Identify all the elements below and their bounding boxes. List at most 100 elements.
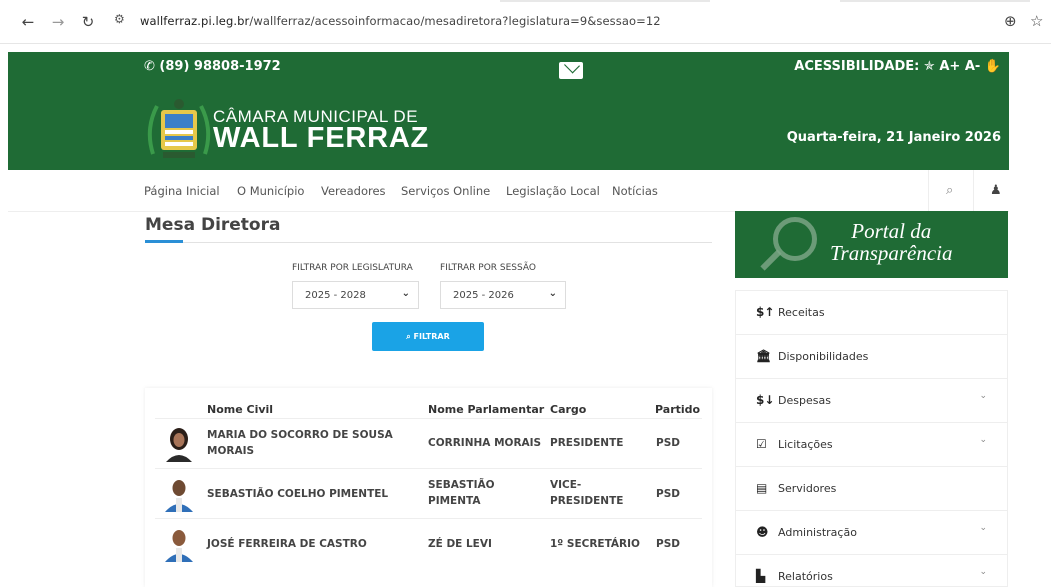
sidebar-item-licitacoes[interactable]: ☑ Licitações ⌄: [736, 423, 1007, 467]
user-icon[interactable]: ♟: [990, 183, 1002, 198]
dollar-up-icon: $↑: [756, 305, 775, 319]
title-accent: [145, 240, 183, 243]
font-increase-button[interactable]: A+: [939, 59, 960, 74]
bank-icon: 🏛: [756, 349, 772, 363]
cell-nome-civil: MARIA DO SOCORRO DE SOUSA MORAIS: [207, 429, 393, 457]
forward-icon[interactable]: →: [48, 12, 68, 32]
cell-nome-civil: SEBASTIÃO COELHO PIMENTEL: [207, 488, 389, 500]
main-navigation: Página Inicial O Município Vereadores Se…: [8, 170, 1009, 212]
legislatura-select[interactable]: 2025 - 2028 ⌄: [292, 281, 419, 309]
phone-number: (89) 98808-1972: [159, 59, 281, 74]
address-bar[interactable]: ⚙ wallferraz.pi.leg.br/wallferraz/acesso…: [104, 9, 1051, 35]
column-header-nome-civil: Nome Civil: [207, 403, 274, 416]
sidebar-item-administracao[interactable]: ☻ Administração ⌄: [736, 511, 1007, 555]
legislatura-selected-value: 2025 - 2028: [305, 290, 366, 301]
cell-nome-civil: JOSÉ FERREIRA DE CASTRO: [207, 538, 367, 550]
nav-item-servicos-online[interactable]: Serviços Online: [401, 184, 490, 198]
sessao-selected-value: 2025 - 2026: [453, 290, 514, 301]
filter-button-label: FILTRAR: [413, 332, 450, 341]
bookmark-star-icon[interactable]: ☆: [1030, 12, 1043, 30]
site-title-main: WALL FERRAZ: [213, 122, 430, 154]
chevron-down-icon: ⌄: [979, 435, 987, 445]
tab-strip: [840, 0, 1030, 2]
sidebar-item-label: Receitas: [778, 306, 825, 319]
accessibility-label: ACESSIBILIDADE:: [794, 59, 920, 74]
chevron-down-icon: ⌄: [979, 523, 987, 533]
portal-title: Portal da Transparência: [830, 220, 953, 264]
cell-cargo: PRESIDENTE: [550, 437, 624, 449]
nav-item-legislacao-local[interactable]: Legislação Local: [506, 184, 600, 198]
cell-partido: PSD: [656, 538, 680, 550]
sidebar-item-label: Disponibilidades: [778, 350, 869, 363]
accessibility-icon[interactable]: ✯: [924, 59, 935, 74]
cell-partido: PSD: [656, 488, 680, 500]
sidebar-item-label: Despesas: [778, 394, 831, 407]
nav-divider: [973, 170, 974, 212]
browser-toolbar: ← → ↻ ⚙ wallferraz.pi.leg.br/wallferraz/…: [0, 0, 1051, 44]
sessao-select[interactable]: 2025 - 2026 ⌄: [440, 281, 566, 309]
cell-cargo: 1º SECRETÁRIO: [550, 538, 640, 550]
table-row[interactable]: MARIA DO SOCORRO DE SOUSA MORAIS CORRINH…: [155, 418, 702, 468]
member-photo: [163, 476, 195, 512]
search-icon[interactable]: ⌕: [946, 183, 953, 198]
chevron-down-icon: ⌄: [548, 288, 557, 299]
member-photo: [163, 526, 195, 562]
nav-divider: [928, 170, 929, 212]
hand-sign-icon[interactable]: ✋: [985, 59, 1001, 74]
site-settings-icon[interactable]: ⚙: [114, 12, 125, 26]
font-decrease-button[interactable]: A-: [965, 59, 980, 74]
cell-nome-parlamentar: SEBASTIÃO PIMENTA: [428, 479, 495, 507]
back-icon[interactable]: ←: [18, 12, 38, 32]
sidebar-item-label: Servidores: [778, 482, 837, 495]
mesa-diretora-table: Nome Civil Nome Parlamentar Cargo Partid…: [145, 388, 712, 587]
sidebar-item-servidores[interactable]: ▤ Servidores: [736, 467, 1007, 511]
legislatura-filter-label: FILTRAR POR LEGISLATURA: [292, 263, 413, 273]
portal-transparencia-banner[interactable]: Portal da Transparência: [735, 211, 1008, 278]
url-path: /wallferraz/acessoinformacao/mesadiretor…: [249, 14, 661, 28]
magnifier-handle: [760, 249, 782, 271]
chevron-down-icon: ⌄: [979, 391, 987, 401]
mail-icon[interactable]: [559, 62, 583, 79]
nav-item-o-municipio[interactable]: O Município: [237, 184, 304, 198]
table-row[interactable]: SEBASTIÃO COELHO PIMENTEL SEBASTIÃO PIME…: [155, 468, 702, 518]
reload-icon[interactable]: ↻: [78, 12, 98, 32]
search-icon: ⌕: [406, 332, 411, 341]
sidebar-item-disponibilidades[interactable]: 🏛 Disponibilidades: [736, 335, 1007, 379]
phone-contact[interactable]: ✆ (89) 98808-1972: [144, 59, 281, 74]
nav-item-pagina-inicial[interactable]: Página Inicial: [144, 184, 220, 198]
title-divider: [145, 242, 712, 243]
filter-button[interactable]: ⌕ FILTRAR: [372, 322, 484, 351]
cell-nome-parlamentar: ZÉ DE LEVI: [428, 538, 492, 550]
url-text: wallferraz.pi.leg.br/wallferraz/acessoin…: [140, 14, 661, 28]
member-photo: [163, 426, 195, 462]
id-card-icon: ▤: [756, 481, 768, 495]
sidebar-item-label: Licitações: [778, 438, 833, 451]
transparency-menu: $↑ Receitas 🏛 Disponibilidades $↓ Despes…: [735, 290, 1008, 587]
cell-nome-parlamentar: CORRINHA MORAIS: [428, 437, 542, 449]
sessao-filter-label: FILTRAR POR SESSÃO: [440, 263, 536, 273]
url-host: wallferraz.pi.leg.br: [140, 14, 250, 28]
checkbox-icon: ☑: [756, 437, 767, 451]
accessibility-bar: ACESSIBILIDADE: ✯ A+ A- ✋: [794, 59, 1001, 74]
cell-partido: PSD: [656, 437, 680, 449]
current-date: Quarta-feira, 21 Janeiro 2026: [786, 130, 1001, 145]
sidebar-item-label: Administração: [778, 526, 857, 539]
column-header-nome-parlamentar: Nome Parlamentar: [428, 403, 545, 416]
nav-item-vereadores[interactable]: Vereadores: [321, 184, 386, 198]
file-icon: ▙: [756, 569, 766, 583]
portal-title-line2: Transparência: [830, 241, 953, 265]
cell-cargo: VICE-PRESIDENTE: [550, 479, 624, 507]
nav-item-noticias[interactable]: Notícias: [612, 184, 658, 198]
table-row[interactable]: JOSÉ FERREIRA DE CASTRO ZÉ DE LEVI 1º SE…: [155, 518, 702, 568]
column-header-partido: Partido: [655, 403, 701, 416]
tab-strip: [500, 0, 710, 2]
chevron-down-icon: ⌄: [401, 288, 410, 299]
sidebar-item-receitas[interactable]: $↑ Receitas: [736, 291, 1007, 335]
chevron-down-icon: ⌄: [979, 567, 987, 577]
municipal-crest-logo[interactable]: [143, 94, 215, 164]
portal-title-line1: Portal da: [851, 219, 932, 243]
zoom-icon[interactable]: ⊕: [1004, 12, 1017, 30]
sidebar-item-relatorios[interactable]: ▙ Relatórios ⌄: [736, 555, 1007, 587]
sidebar-item-despesas[interactable]: $↓ Despesas ⌄: [736, 379, 1007, 423]
page-title: Mesa Diretora: [145, 215, 281, 235]
